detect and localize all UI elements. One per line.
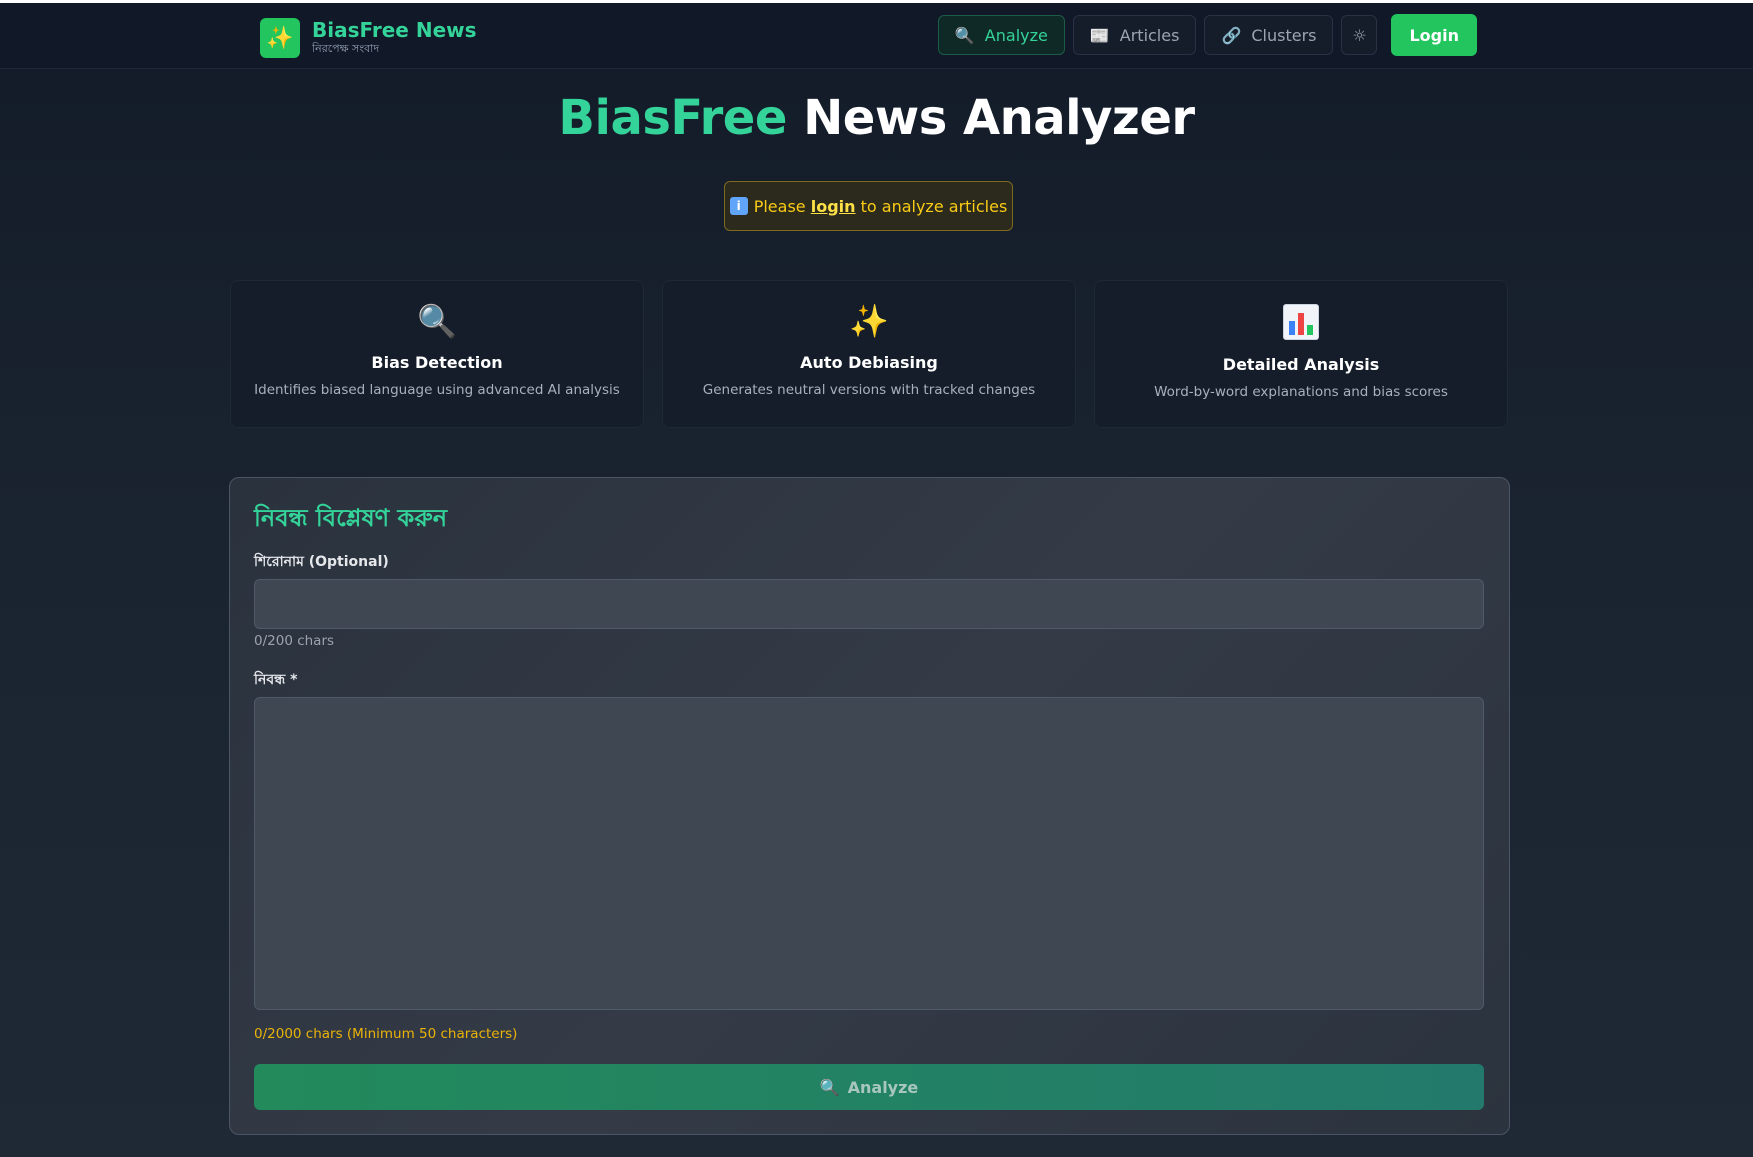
login-notice: i Please login to analyze articles (724, 181, 1013, 231)
brand[interactable]: ✨ BiasFree News নিরপেক্ষ সংবাদ (260, 16, 477, 60)
brand-title: BiasFree News (312, 18, 477, 42)
feature-title: Bias Detection (371, 353, 503, 372)
nav-analyze-button[interactable]: 🔍 Analyze (937, 15, 1065, 55)
sparkles-icon: ✨ (260, 18, 300, 58)
analyze-submit-label: Analyze (847, 1077, 919, 1097)
link-icon: 🔗 (1221, 25, 1242, 45)
top-navbar: ✨ BiasFree News নিরপেক্ষ সংবাদ 🔍 Analyze… (0, 3, 1753, 69)
hero: BiasFree News Analyzer (0, 88, 1753, 148)
login-button[interactable]: Login (1391, 14, 1477, 56)
feature-description: Generates neutral versions with tracked … (702, 382, 1036, 398)
sun-icon: ☼ (1352, 25, 1367, 45)
feature-title: Auto Debiasing (800, 353, 938, 372)
article-textarea[interactable] (254, 697, 1484, 1010)
info-icon: i (729, 197, 748, 215)
feature-cards: 🔍 Bias Detection Identifies biased langu… (230, 280, 1508, 428)
headline-char-counter: 0/200 chars (254, 633, 335, 649)
page-title-accent: BiasFree (558, 90, 787, 146)
notice-prefix: Please (753, 196, 811, 216)
magnifier-icon: 🔍 (819, 1077, 840, 1097)
notice-text: Please login to analyze articles (754, 197, 1008, 216)
headline-label: শিরোনাম (Optional) (254, 554, 389, 570)
sparkles-icon: ✨ (849, 302, 889, 340)
notice-login-link[interactable]: login (811, 197, 856, 216)
magnifier-icon: 🔍 (417, 302, 457, 340)
feature-card-auto-debiasing: ✨ Auto Debiasing Generates neutral versi… (662, 280, 1076, 428)
form-title: নিবন্ধ বিশ্লেষণ করুন (254, 504, 448, 532)
feature-card-detailed-analysis: Detailed Analysis Word-by-word explanati… (1094, 280, 1508, 428)
article-label: নিবন্ধ * (254, 672, 298, 688)
nav-clusters-label: Clusters (1251, 25, 1317, 45)
nav-analyze-label: Analyze (984, 25, 1048, 45)
feature-description: Identifies biased language using advance… (254, 382, 620, 398)
article-char-counter: 0/2000 chars (Minimum 50 characters) (254, 1026, 518, 1042)
magnifier-icon: 🔍 (954, 25, 975, 45)
brand-subtitle: নিরপেক্ষ সংবাদ (312, 42, 380, 55)
theme-toggle-button[interactable]: ☼ (1341, 15, 1378, 55)
bar-chart-icon (1283, 304, 1319, 340)
brand-text: BiasFree News নিরপেক্ষ সংবাদ (312, 19, 477, 57)
nav-clusters-button[interactable]: 🔗 Clusters (1204, 15, 1334, 55)
nav-articles-button[interactable]: 📰 Articles (1072, 15, 1197, 55)
feature-description: Word-by-word explanations and bias score… (1154, 384, 1448, 400)
notice-suffix: to analyze articles (855, 196, 1008, 216)
feature-card-bias-detection: 🔍 Bias Detection Identifies biased langu… (230, 280, 644, 428)
headline-input[interactable] (254, 579, 1484, 629)
page-title: BiasFree News Analyzer (0, 88, 1753, 148)
newspaper-icon: 📰 (1089, 25, 1110, 45)
analyze-submit-button[interactable]: 🔍 Analyze (254, 1064, 1484, 1110)
main-nav: 🔍 Analyze 📰 Articles 🔗 Clusters ☼ Login (937, 14, 1477, 56)
feature-title: Detailed Analysis (1222, 355, 1380, 374)
analyze-form: নিবন্ধ বিশ্লেষণ করুন শিরোনাম (Optional) … (229, 477, 1510, 1135)
page-title-rest: News Analyzer (786, 90, 1195, 146)
nav-articles-label: Articles (1119, 25, 1180, 45)
